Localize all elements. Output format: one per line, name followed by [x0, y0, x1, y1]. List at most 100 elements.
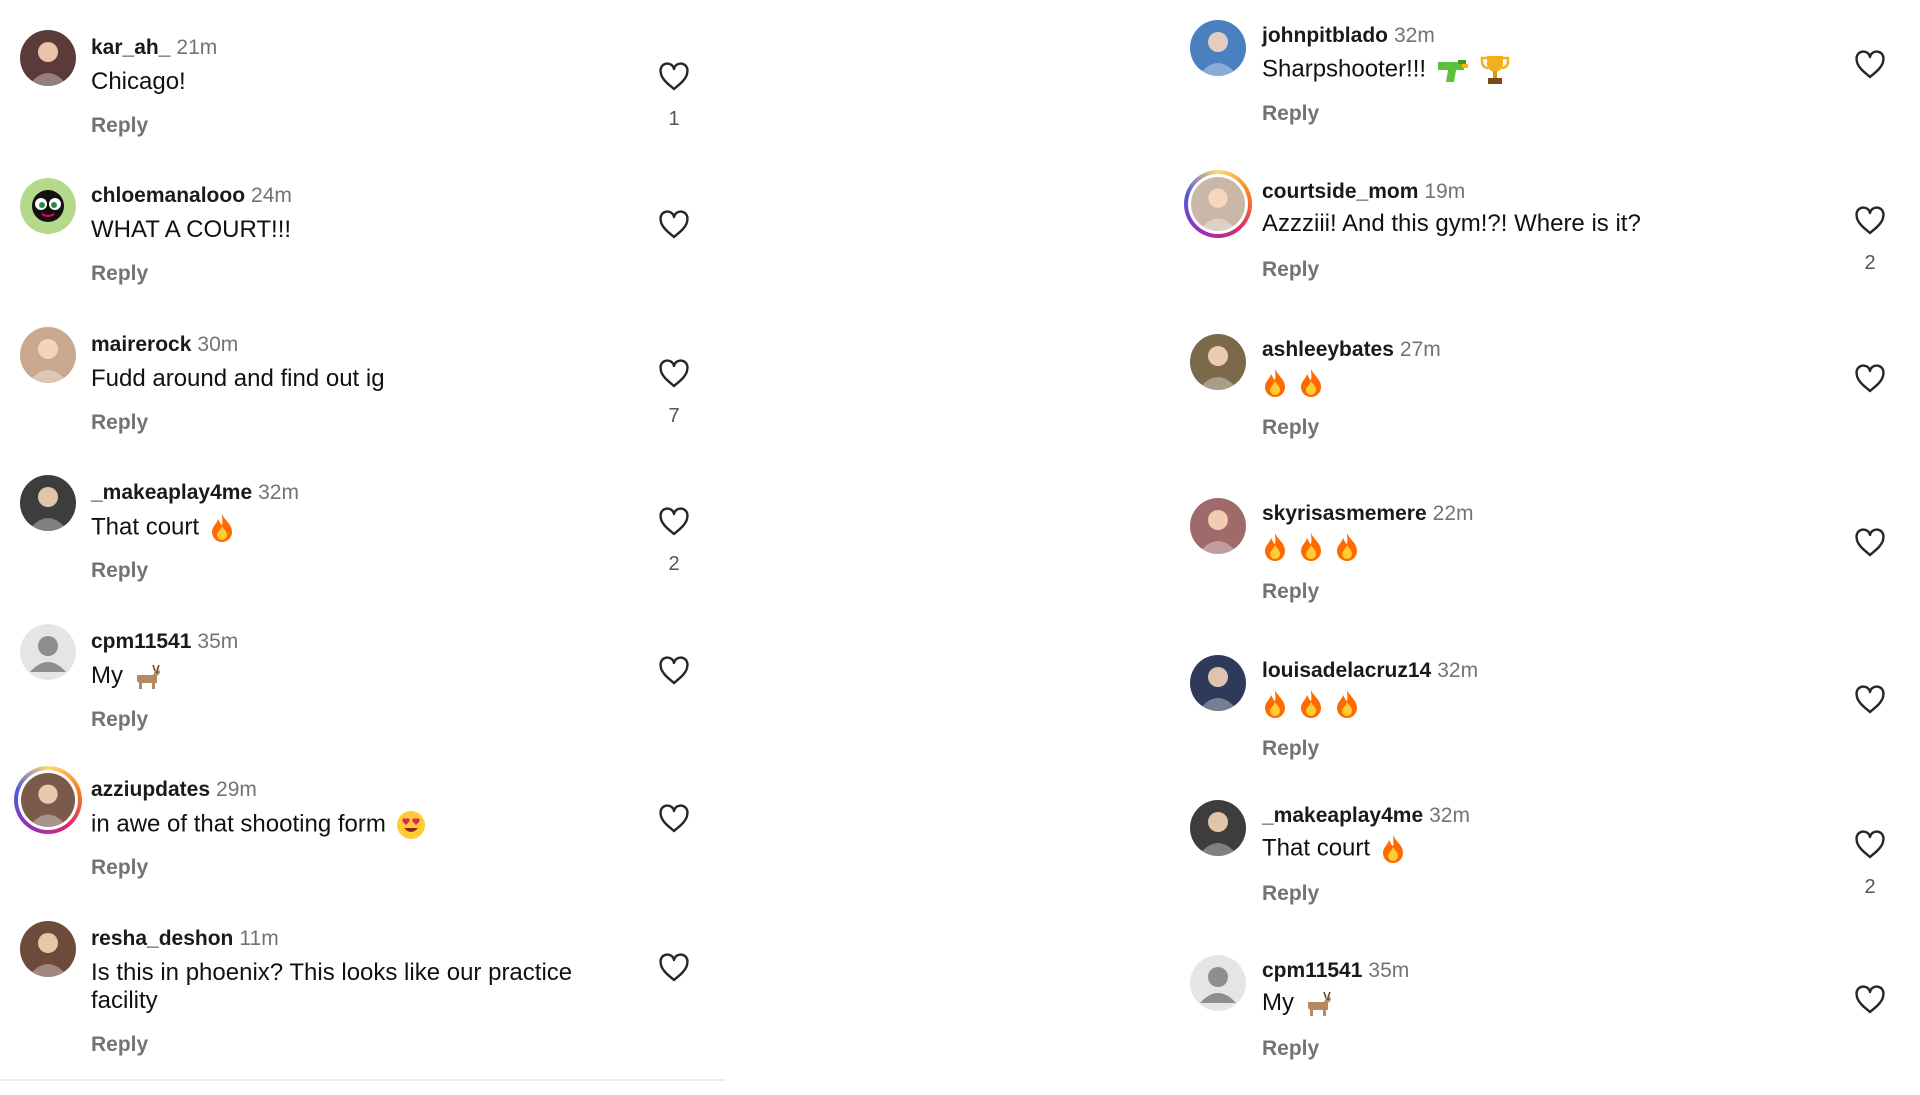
reply-button[interactable]: Reply	[1262, 258, 1319, 282]
username-link[interactable]: _makeaplay4me	[1262, 804, 1423, 827]
username-link[interactable]: _makeaplay4me	[91, 481, 252, 504]
comment-header: johnpitblado 32m	[1262, 24, 1435, 48]
comment-header: cpm11541 35m	[1262, 959, 1409, 983]
comment-header: chloemanalooo 24m	[91, 184, 292, 208]
username-link[interactable]: skyrisasmemere	[1262, 502, 1427, 525]
comment-text: WHAT A COURT!!!	[91, 216, 291, 244]
avatar[interactable]	[1190, 498, 1246, 554]
username-link[interactable]: johnpitblado	[1262, 24, 1388, 47]
username-link[interactable]: mairerock	[91, 333, 191, 356]
like-heart-icon[interactable]	[1854, 206, 1886, 236]
comment-text: Sharpshooter!!!	[1262, 54, 1510, 86]
reply-button[interactable]: Reply	[91, 856, 148, 880]
like-heart-icon[interactable]	[658, 804, 690, 834]
comment-item: cpm11541 35m My Reply	[1160, 955, 1920, 1095]
reply-button[interactable]: Reply	[91, 262, 148, 286]
comment-text: Azzziii! And this gym!?! Where is it?	[1262, 210, 1641, 238]
username-link[interactable]: kar_ah_	[91, 36, 170, 59]
comment-item: resha_deshon 11m Is this in phoenix? This …	[0, 921, 725, 1061]
reply-button[interactable]: Reply	[1262, 737, 1319, 761]
like-heart-icon[interactable]	[1854, 528, 1886, 558]
comment-item: chloemanalooo 24m WHAT A COURT!!! Reply	[0, 178, 725, 318]
comment-item: skyrisasmemere 22m Reply	[1160, 498, 1920, 638]
like-heart-icon[interactable]	[658, 210, 690, 240]
reply-button[interactable]: Reply	[1262, 102, 1319, 126]
like-heart-icon[interactable]	[658, 62, 690, 92]
comment-text: My	[1262, 989, 1334, 1018]
like-heart-icon[interactable]	[658, 359, 690, 389]
like-count: 2	[1864, 876, 1876, 898]
comment-text-content: Sharpshooter!!!	[1262, 55, 1427, 83]
trophy-emoji-icon	[1480, 54, 1510, 86]
username-link[interactable]: cpm11541	[91, 630, 191, 653]
comment-item: mairerock 30m Fudd around and find out ig R…	[0, 327, 725, 467]
like-heart-icon[interactable]	[1854, 50, 1886, 80]
like-count: 2	[668, 553, 680, 575]
reply-button[interactable]: Reply	[91, 559, 148, 583]
comment-text: That court	[1262, 834, 1406, 864]
avatar[interactable]	[1184, 170, 1252, 238]
reply-button[interactable]: Reply	[91, 114, 148, 138]
avatar[interactable]	[1190, 20, 1246, 76]
reply-button[interactable]: Reply	[1262, 580, 1319, 604]
flame-emoji-icon	[1334, 532, 1360, 562]
like-heart-icon[interactable]	[658, 656, 690, 686]
flame-emoji-icon	[1298, 532, 1324, 562]
avatar[interactable]	[1190, 655, 1246, 711]
like-heart-icon[interactable]	[1854, 985, 1886, 1015]
comment-item: _makeaplay4me 32m That court Reply 2	[1160, 800, 1920, 940]
reply-button[interactable]: Reply	[1262, 416, 1319, 440]
like-heart-icon[interactable]	[1854, 685, 1886, 715]
reply-button[interactable]: Reply	[1262, 882, 1319, 906]
comment-header: ashleeybates 27m	[1262, 338, 1441, 362]
comment-time: 32m	[1393, 24, 1435, 47]
comment-text	[1262, 368, 1324, 398]
comment-header: resha_deshon 11m	[91, 927, 279, 951]
comment-text: My	[91, 662, 163, 691]
comment-time: 35m	[197, 630, 239, 653]
comment-item: kar_ah_ 21m Chicago! Reply 1	[0, 30, 725, 170]
username-link[interactable]: azziupdates	[91, 778, 210, 801]
like-heart-icon[interactable]	[1854, 364, 1886, 394]
username-link[interactable]: louisadelacruz14	[1262, 659, 1431, 682]
avatar[interactable]	[20, 921, 76, 977]
avatar[interactable]	[20, 30, 76, 86]
comment-header: mairerock 30m	[91, 333, 238, 357]
like-heart-icon[interactable]	[658, 953, 690, 983]
comment-header: _makeaplay4me 32m	[91, 481, 299, 505]
comment-header: _makeaplay4me 32m	[1262, 804, 1470, 828]
comment-item: cpm11541 35m My Reply	[0, 624, 725, 764]
comment-time: 32m	[1437, 659, 1479, 682]
comment-text: Fudd around and find out ig	[91, 365, 385, 393]
comment-text: in awe of that shooting form	[91, 810, 426, 840]
reply-button[interactable]: Reply	[1262, 1037, 1319, 1061]
comment-header: kar_ah_ 21m	[91, 36, 217, 60]
avatar[interactable]	[1190, 334, 1246, 390]
comment-time: 24m	[251, 184, 292, 207]
comment-item: louisadelacruz14 32m Reply	[1160, 655, 1920, 795]
like-heart-icon[interactable]	[1854, 830, 1886, 860]
username-link[interactable]: resha_deshon	[91, 927, 233, 950]
username-link[interactable]: ashleeybates	[1262, 338, 1394, 361]
comment-time: 29m	[216, 778, 257, 801]
avatar[interactable]	[14, 766, 82, 834]
avatar[interactable]	[20, 327, 76, 383]
avatar[interactable]	[20, 624, 76, 680]
comment-text-content: That court	[91, 513, 200, 541]
avatar[interactable]	[20, 475, 76, 531]
username-link[interactable]: courtside_mom	[1262, 180, 1418, 203]
username-link[interactable]: chloemanalooo	[91, 184, 245, 207]
avatar[interactable]	[1190, 800, 1246, 856]
comment-time: 35m	[1368, 959, 1410, 982]
avatar[interactable]	[1190, 955, 1246, 1011]
reply-button[interactable]: Reply	[91, 1033, 148, 1057]
reply-button[interactable]: Reply	[91, 411, 148, 435]
avatar[interactable]	[20, 178, 76, 234]
like-heart-icon[interactable]	[658, 507, 690, 537]
reply-button[interactable]: Reply	[91, 708, 148, 732]
username-link[interactable]: cpm11541	[1262, 959, 1362, 982]
comment-text-content: That court	[1262, 834, 1371, 862]
flame-emoji-icon	[1262, 689, 1288, 719]
comment-item: johnpitblado 32m Sharpshooter!!! Reply	[1160, 20, 1920, 160]
goat-emoji-icon	[133, 663, 163, 691]
